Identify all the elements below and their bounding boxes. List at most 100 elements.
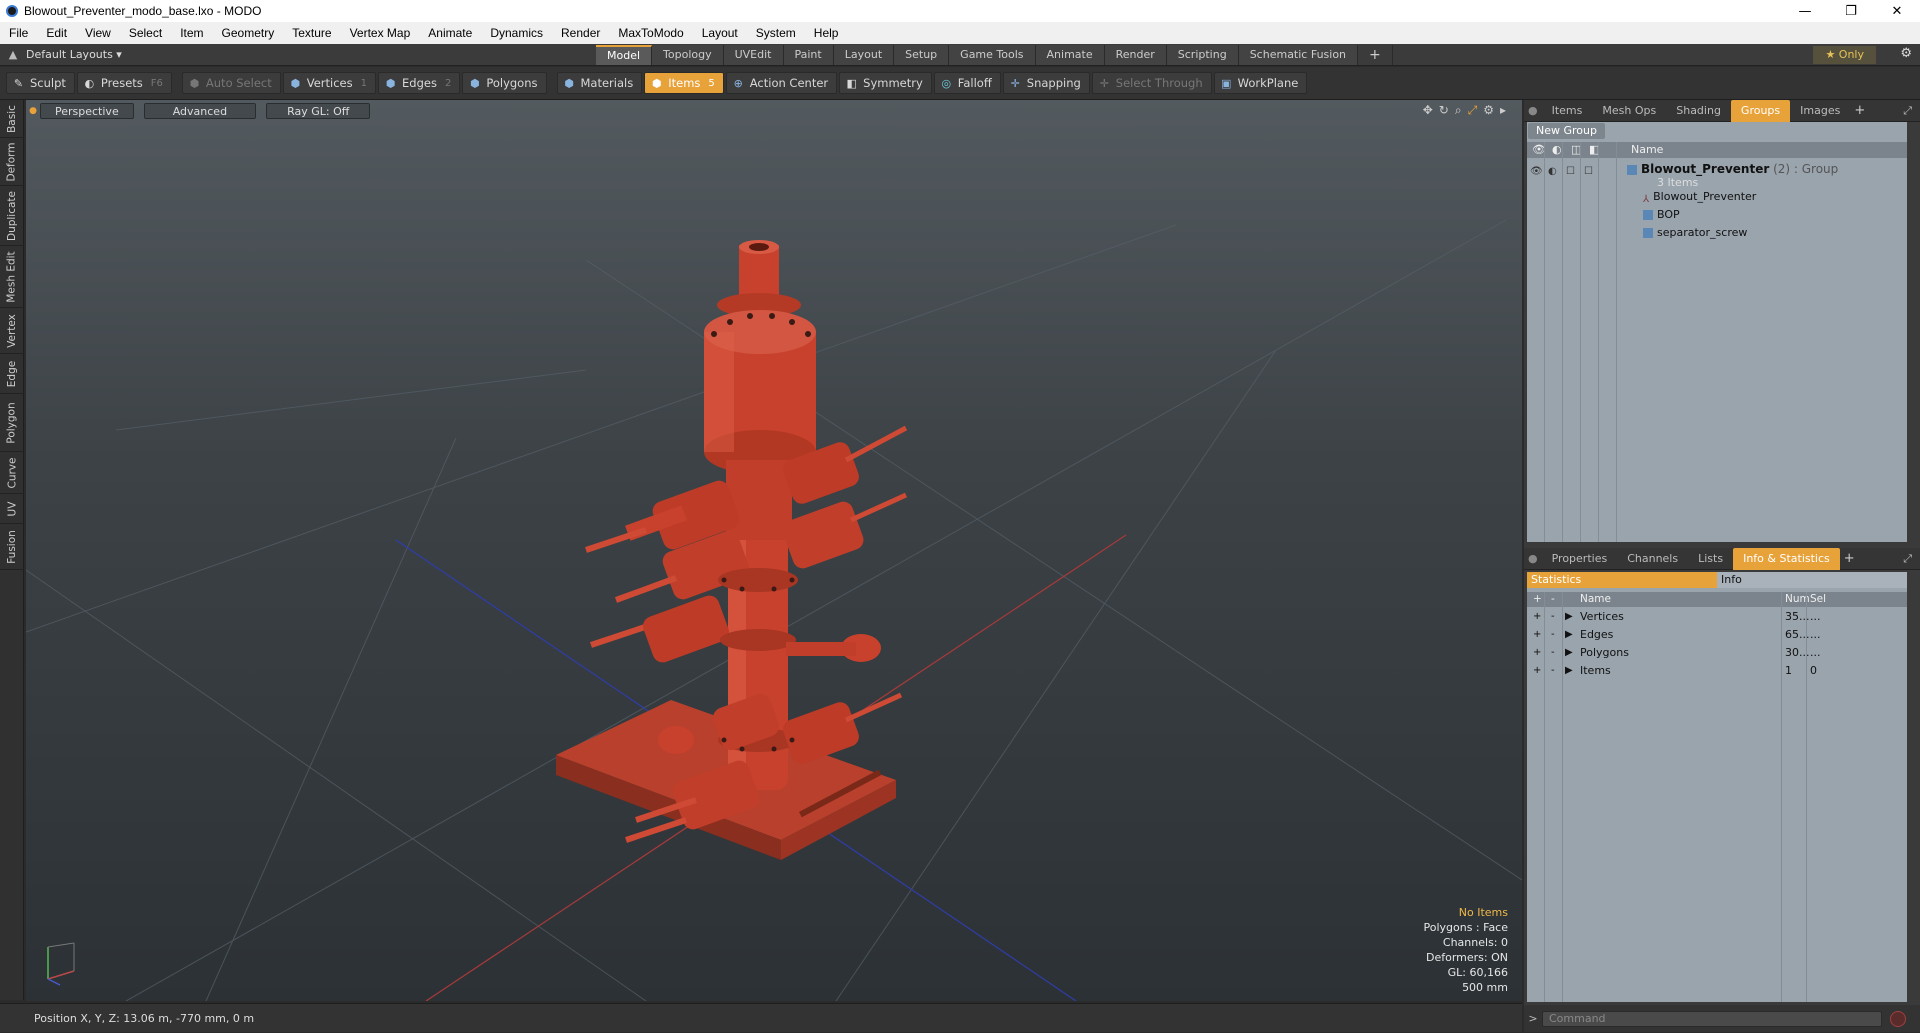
left-tab-fusion[interactable]: Fusion xyxy=(0,524,24,570)
edges-button[interactable]: ⬢ Edges 2 xyxy=(378,72,461,94)
new-group-button[interactable]: New Group xyxy=(1528,123,1605,139)
stats-row-polygons[interactable]: + - ▶ Polygons 30...... xyxy=(1527,645,1907,660)
tab-info-statistics[interactable]: Info & Statistics xyxy=(1733,547,1840,570)
items-button[interactable]: ⬢ Items 5 xyxy=(644,72,724,94)
tab-render[interactable]: Render xyxy=(1104,44,1167,65)
tab-schematic-fusion[interactable]: Schematic Fusion xyxy=(1238,44,1359,65)
materials-button[interactable]: ⬢ Materials xyxy=(556,72,643,94)
tree-item-bop[interactable]: BOP xyxy=(1643,207,1680,223)
left-tab-vertex[interactable]: Vertex xyxy=(0,308,24,354)
action-center-button[interactable]: ⊕ Action Center xyxy=(725,72,838,94)
shading-dropdown[interactable]: Advanced xyxy=(143,103,257,119)
menu-dynamics[interactable]: Dynamics xyxy=(481,22,552,44)
tab-scripting[interactable]: Scripting xyxy=(1166,44,1239,65)
snapping-button[interactable]: ✛ Snapping xyxy=(1002,72,1090,94)
left-tab-curve[interactable]: Curve xyxy=(0,452,24,494)
left-tab-basic[interactable]: Basic xyxy=(0,100,24,138)
subtab-statistics[interactable]: Statistics xyxy=(1527,572,1717,588)
gear-icon[interactable]: ⚙ xyxy=(1900,46,1912,61)
add-tab-button[interactable]: + xyxy=(1358,44,1393,65)
viewport-menu-dot[interactable]: ● xyxy=(26,106,40,116)
expand-arrow-icon[interactable]: ▶ xyxy=(1565,663,1573,678)
polygons-button[interactable]: ⬢ Polygons xyxy=(462,72,547,94)
tab-lists[interactable]: Lists xyxy=(1688,548,1733,570)
panel-menu-dot-2[interactable]: ● xyxy=(1524,548,1542,570)
groups-scrollbar[interactable] xyxy=(1908,122,1920,542)
expand-arrow-icon[interactable]: ▸ xyxy=(1500,103,1506,118)
left-tab-duplicate[interactable]: Duplicate xyxy=(0,186,24,246)
viewport-settings-icon[interactable]: ⚙ xyxy=(1483,103,1494,118)
symmetry-button[interactable]: ◧ Symmetry xyxy=(839,72,932,94)
maximize-panel-icon-2[interactable]: ⤢ xyxy=(1903,552,1912,566)
menu-select[interactable]: Select xyxy=(120,22,171,44)
menu-edit[interactable]: Edit xyxy=(37,22,76,44)
expand-arrow-icon[interactable]: ▶ xyxy=(1565,609,1573,624)
group-visibility-toggle[interactable]: 👁 xyxy=(1530,166,1543,177)
vertices-button[interactable]: ⬢ Vertices 1 xyxy=(282,72,376,94)
rotate-icon[interactable]: ↻ xyxy=(1439,103,1449,118)
menu-maxtomodo[interactable]: MaxToModo xyxy=(609,22,692,44)
tab-groups[interactable]: Groups xyxy=(1730,99,1791,122)
tab-topology[interactable]: Topology xyxy=(652,44,724,65)
tab-paint[interactable]: Paint xyxy=(783,44,834,65)
group-lock-toggle[interactable]: ☐ xyxy=(1566,166,1575,177)
menu-vertex-map[interactable]: Vertex Map xyxy=(341,22,420,44)
layout-collapse-icon[interactable]: ▲ xyxy=(0,48,26,61)
tab-properties[interactable]: Properties xyxy=(1542,548,1618,570)
tab-items[interactable]: Items xyxy=(1542,100,1593,122)
menu-item[interactable]: Item xyxy=(171,22,212,44)
expand-arrow-icon[interactable]: ▶ xyxy=(1565,627,1573,642)
tab-layout[interactable]: Layout xyxy=(833,44,895,65)
record-macro-icon[interactable] xyxy=(1890,1010,1906,1027)
stats-row-edges[interactable]: + - ▶ Edges 65...... xyxy=(1527,627,1907,642)
auto-select-button[interactable]: ⬢ Auto Select xyxy=(181,72,281,94)
raygl-toggle[interactable]: Ray GL: Off xyxy=(266,103,371,119)
tab-mesh-ops[interactable]: Mesh Ops xyxy=(1592,100,1666,122)
panel-menu-dot[interactable]: ● xyxy=(1524,100,1542,122)
left-tab-deform[interactable]: Deform xyxy=(0,138,24,186)
view-mode-dropdown[interactable]: Perspective xyxy=(40,103,134,119)
group-select-toggle[interactable]: ☐ xyxy=(1584,166,1593,177)
fit-icon[interactable]: ⤢ xyxy=(1468,103,1478,118)
tab-setup[interactable]: Setup xyxy=(894,44,950,65)
only-toggle[interactable]: ★ Only xyxy=(1813,46,1876,64)
tab-channels[interactable]: Channels xyxy=(1617,548,1688,570)
minimize-button[interactable]: — xyxy=(1782,0,1828,22)
pan-icon[interactable]: ✥ xyxy=(1423,103,1433,118)
stats-row-items[interactable]: + - ▶ Items 1 0 xyxy=(1527,663,1907,678)
tree-item-separator-screw[interactable]: separator_screw xyxy=(1643,225,1747,241)
left-tab-uv[interactable]: UV xyxy=(0,494,24,524)
tree-item-blowout-preventer[interactable]: ⅄ Blowout_Preventer xyxy=(1643,189,1756,205)
collapse-all-icon[interactable]: - xyxy=(1551,592,1555,607)
menu-help[interactable]: Help xyxy=(805,22,848,44)
expand-arrow-icon[interactable]: ▶ xyxy=(1565,645,1573,660)
maximize-panel-icon[interactable]: ⤢ xyxy=(1903,104,1912,118)
sculpt-button[interactable]: ✎ Sculpt xyxy=(6,72,75,94)
left-tab-mesh-edit[interactable]: Mesh Edit xyxy=(0,246,24,308)
tab-shading[interactable]: Shading xyxy=(1666,100,1731,122)
menu-texture[interactable]: Texture xyxy=(283,22,340,44)
stats-row-vertices[interactable]: + - ▶ Vertices 35...... xyxy=(1527,609,1907,624)
layout-dropdown[interactable]: Default Layouts ▾ xyxy=(26,48,596,61)
menu-animate[interactable]: Animate xyxy=(419,22,481,44)
presets-button[interactable]: ◐ Presets F6 xyxy=(76,72,172,94)
maximize-button[interactable]: ❐ xyxy=(1828,0,1874,22)
tab-model[interactable]: Model xyxy=(596,44,653,65)
workplane-button[interactable]: ▣ WorkPlane xyxy=(1213,72,1308,94)
expand-all-icon[interactable]: + xyxy=(1533,592,1542,607)
falloff-button[interactable]: ◎ Falloff xyxy=(933,72,1001,94)
left-tab-edge[interactable]: Edge xyxy=(0,354,24,394)
add-panel-tab-button-2[interactable]: + xyxy=(1840,551,1859,566)
left-tab-polygon[interactable]: Polygon xyxy=(0,394,24,452)
command-input[interactable]: Command xyxy=(1542,1010,1882,1027)
menu-file[interactable]: File xyxy=(0,22,37,44)
add-panel-tab-button[interactable]: + xyxy=(1850,103,1869,118)
menu-view[interactable]: View xyxy=(76,22,120,44)
menu-render[interactable]: Render xyxy=(552,22,609,44)
tab-game-tools[interactable]: Game Tools xyxy=(949,44,1036,65)
menu-layout[interactable]: Layout xyxy=(693,22,747,44)
select-through-button[interactable]: ✛ Select Through xyxy=(1091,72,1212,94)
subtab-info[interactable]: Info xyxy=(1717,572,1907,588)
zoom-icon[interactable]: ⌕ xyxy=(1455,103,1462,118)
close-button[interactable]: ✕ xyxy=(1874,0,1920,22)
